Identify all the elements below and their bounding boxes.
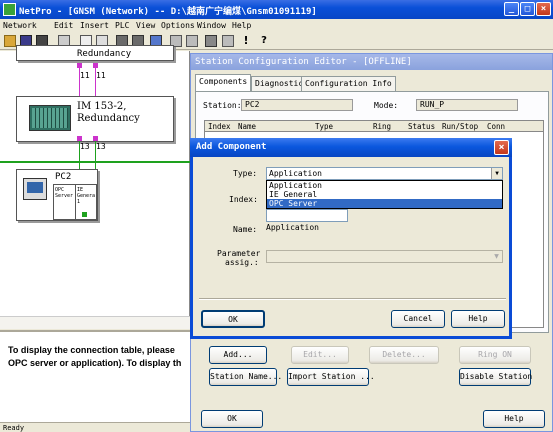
redundancy-station-top[interactable]: Redundancy: [16, 45, 174, 61]
rack-icon: [29, 105, 71, 131]
components-grid-header: Index Name Type Ring Status Run/Stop Con…: [204, 120, 544, 132]
parameter-assignment-select[interactable]: ▼: [266, 250, 503, 263]
pc-slots: OPC Server IE Genera 1: [53, 184, 97, 220]
column-header[interactable]: Name: [238, 122, 256, 131]
subnet-label: 11: [80, 71, 90, 80]
column-header[interactable]: Index: [208, 122, 231, 131]
type-select-value: Application: [269, 169, 322, 178]
top-station-label: Redundancy: [77, 49, 132, 59]
column-header[interactable]: Status: [408, 122, 435, 131]
status-text: Ready: [3, 424, 25, 432]
pc-icon: [23, 178, 47, 200]
disable-station-button[interactable]: Disable Station: [459, 368, 532, 386]
column-header[interactable]: Conn: [487, 122, 505, 131]
type-dropdown-list[interactable]: Application IE General OPC Server: [266, 180, 503, 209]
menu-view[interactable]: View: [136, 21, 155, 30]
tab-configuration-info[interactable]: Configuration Info: [301, 76, 396, 92]
menu-options[interactable]: Options: [161, 21, 195, 30]
connection-info-panel: To display the connection table, please …: [0, 330, 190, 422]
mode-label: Mode:: [374, 101, 399, 110]
network-canvas[interactable]: Redundancy 11 11 IM 153-2, Redundancy 13…: [0, 45, 190, 326]
parameter-label: Parameter: [217, 249, 261, 258]
pc2-station[interactable]: PC2 OPC Server IE Genera 1: [16, 169, 98, 221]
station-field: PC2: [241, 99, 353, 111]
mode-value: RUN_P: [420, 100, 445, 109]
window-title: NetPro - [GNSM (Network) -- D:\越南广宁编煤\Gn…: [19, 7, 317, 17]
subnet-label: 13: [96, 142, 106, 151]
filter-icon[interactable]: [205, 35, 217, 47]
menu-help[interactable]: Help: [232, 21, 251, 30]
im-station-line1: IM 153-2,: [77, 101, 127, 112]
help-pointer-icon[interactable]: ?: [258, 35, 270, 47]
dialog-close-icon[interactable]: ×: [494, 140, 509, 155]
type-select[interactable]: Application ▼: [266, 167, 503, 180]
mode-field: RUN_P: [416, 99, 518, 111]
type-option-selected[interactable]: OPC Server: [267, 199, 502, 208]
im-station-line2: Redundancy: [77, 113, 140, 124]
minimize-button[interactable]: _: [504, 2, 519, 16]
connection-info-text: To display the connection table, please …: [8, 345, 182, 368]
station-name-button[interactable]: Station Name...: [209, 368, 282, 386]
properties-icon[interactable]: [186, 35, 198, 47]
dialog-cancel-button[interactable]: Cancel: [391, 310, 445, 328]
netpro-app-icon: [3, 3, 16, 16]
import-station-button[interactable]: Import Station ...: [287, 368, 375, 386]
ethernet-line: [0, 161, 190, 163]
station-label: Station:: [203, 101, 242, 110]
delete-button[interactable]: Delete...: [369, 346, 439, 364]
add-component-dialog: Add Component × Type: Application ▼ Appl…: [190, 138, 512, 339]
menu-plc[interactable]: PLC: [115, 21, 129, 30]
name-value: Application: [266, 223, 319, 232]
open-icon[interactable]: [4, 35, 16, 47]
type-label: Type:: [233, 169, 258, 178]
column-header[interactable]: Ring: [373, 122, 391, 131]
ie-general-label: IE Genera 1: [77, 187, 96, 205]
type-option[interactable]: Application: [267, 181, 502, 190]
column-header[interactable]: Type: [315, 122, 333, 131]
main-title-bar: NetPro - [GNSM (Network) -- D:\越南广宁编煤\Gn…: [0, 0, 553, 19]
dialog-separator: [199, 298, 506, 300]
close-button[interactable]: ×: [536, 2, 551, 16]
subnet-label: 11: [96, 71, 106, 80]
menu-edit[interactable]: Edit: [54, 21, 73, 30]
name-label: Name:: [233, 225, 258, 234]
parameter-label-2: assig.:: [225, 258, 259, 267]
opc-server-label: OPC Server: [55, 187, 74, 199]
menu-insert[interactable]: Insert: [80, 21, 109, 30]
sce-title: Station Configuration Editor - [OFFLINE]: [195, 57, 412, 67]
column-header[interactable]: Run/Stop: [442, 122, 478, 131]
edit-button[interactable]: Edit...: [291, 346, 349, 364]
dialog-title: Add Component: [196, 142, 267, 152]
index-label: Index:: [229, 195, 258, 204]
pc-station-name: PC2: [55, 172, 72, 182]
sce-help-button[interactable]: Help: [483, 410, 545, 428]
table-icon[interactable]: [222, 35, 234, 47]
subnet-label: 13: [80, 142, 90, 151]
menu-bar: Network Edit Insert PLC View Options Win…: [0, 19, 553, 33]
dialog-title-bar: Add Component ×: [190, 138, 512, 157]
sce-title-bar: Station Configuration Editor - [OFFLINE]: [191, 54, 552, 70]
index-field[interactable]: [266, 209, 348, 222]
menu-window[interactable]: Window: [197, 21, 226, 30]
chevron-down-icon: ▼: [494, 253, 499, 260]
ie-port-icon: [82, 212, 87, 217]
canvas-horizontal-scrollbar[interactable]: [0, 316, 190, 329]
dialog-ok-button[interactable]: OK: [201, 310, 265, 328]
dialog-help-button[interactable]: Help: [451, 310, 505, 328]
add-button[interactable]: Add...: [209, 346, 267, 364]
chevron-down-icon[interactable]: ▼: [491, 168, 502, 179]
exclamation-icon[interactable]: !: [240, 35, 252, 47]
tab-components[interactable]: Components: [195, 74, 252, 92]
menu-network[interactable]: Network: [3, 21, 37, 30]
ring-on-button[interactable]: Ring ON: [459, 346, 531, 364]
type-option[interactable]: IE General: [267, 190, 502, 199]
sce-ok-button[interactable]: OK: [201, 410, 263, 428]
maximize-button[interactable]: □: [520, 2, 535, 16]
station-value: PC2: [245, 100, 260, 109]
